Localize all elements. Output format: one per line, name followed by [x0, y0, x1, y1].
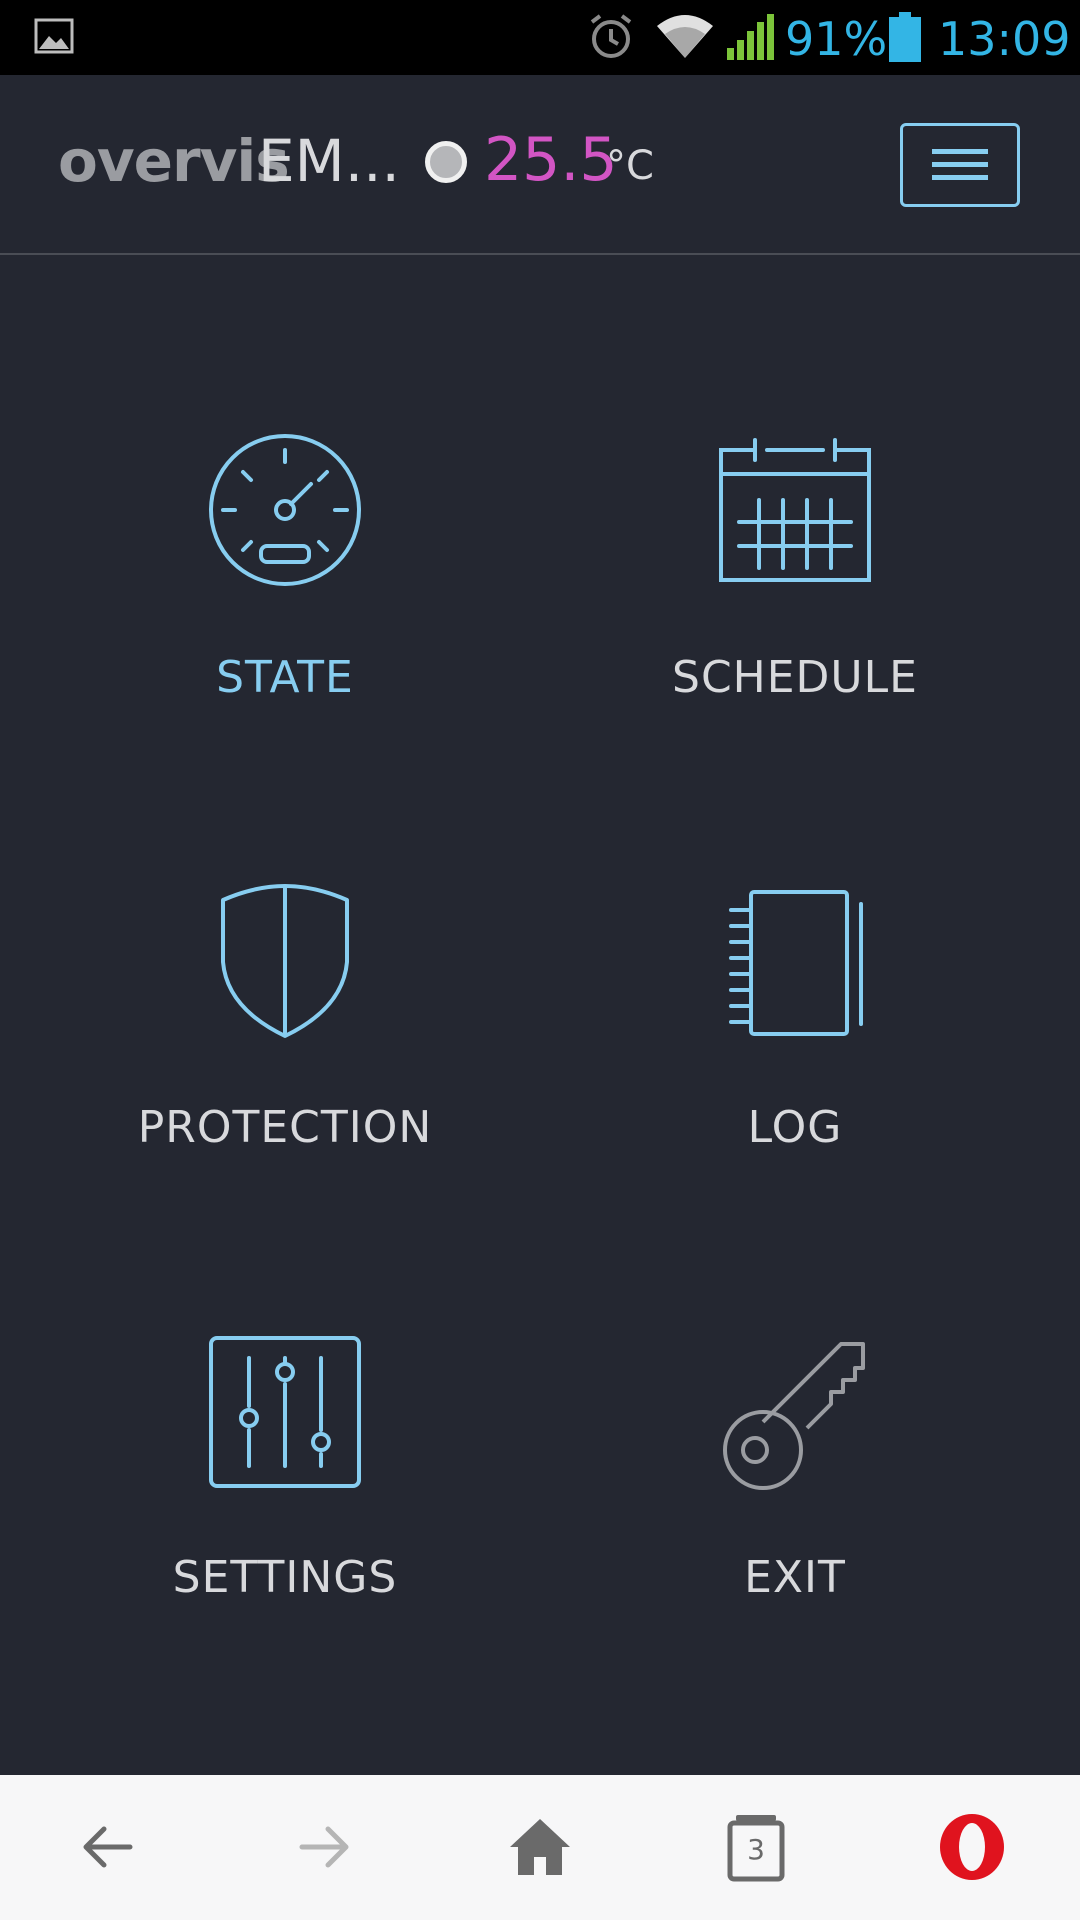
notebook-icon: [729, 890, 863, 1036]
alarm-icon: [590, 14, 632, 58]
temperature-unit: °C: [606, 143, 654, 189]
status-bar: 91% 13:09: [0, 0, 1080, 75]
brand-logo: overvis: [58, 127, 290, 195]
tile-label-settings: SETTINGS: [172, 1552, 398, 1603]
sliders-icon: [209, 1336, 361, 1488]
tile-protection[interactable]: PROTECTION: [15, 882, 555, 1332]
tile-label-exit: EXIT: [744, 1552, 846, 1603]
device-name[interactable]: EM...: [258, 127, 400, 195]
tile-log[interactable]: LOG: [525, 882, 1065, 1332]
gallery-icon: [34, 18, 74, 54]
browser-bottom-bar: 3: [0, 1775, 1080, 1920]
forward-arrow-icon[interactable]: [288, 1811, 360, 1883]
shield-icon: [221, 884, 349, 1038]
battery-percent: 91%: [785, 12, 888, 66]
tile-label-state: STATE: [216, 652, 354, 703]
battery-icon: [889, 12, 921, 62]
tile-label-schedule: SCHEDULE: [672, 652, 918, 703]
tile-settings[interactable]: SETTINGS: [15, 1332, 555, 1782]
app-header: overvis EM... 25.5 °C: [0, 75, 1080, 255]
gauge-icon: [209, 434, 361, 586]
tile-exit[interactable]: EXIT: [525, 1332, 1065, 1782]
tile-schedule[interactable]: SCHEDULE: [525, 432, 1065, 882]
tab-count: 3: [747, 1833, 765, 1866]
hamburger-icon: [932, 149, 988, 180]
tile-state[interactable]: STATE: [15, 432, 555, 882]
tabs-button[interactable]: 3: [720, 1811, 792, 1883]
signal-icon: [727, 14, 774, 60]
wifi-icon: [657, 15, 713, 58]
clock: 13:09: [938, 12, 1071, 66]
temperature-indicator: [425, 141, 467, 183]
temperature-value: 25.5: [484, 125, 618, 195]
calendar-icon: [719, 438, 871, 582]
opera-icon[interactable]: [936, 1811, 1008, 1883]
home-icon[interactable]: [504, 1811, 576, 1883]
tile-label-protection: PROTECTION: [137, 1102, 433, 1153]
key-icon: [723, 1342, 865, 1490]
back-arrow-icon[interactable]: [72, 1811, 144, 1883]
tile-label-log: LOG: [747, 1102, 843, 1153]
menu-button[interactable]: [900, 123, 1020, 207]
